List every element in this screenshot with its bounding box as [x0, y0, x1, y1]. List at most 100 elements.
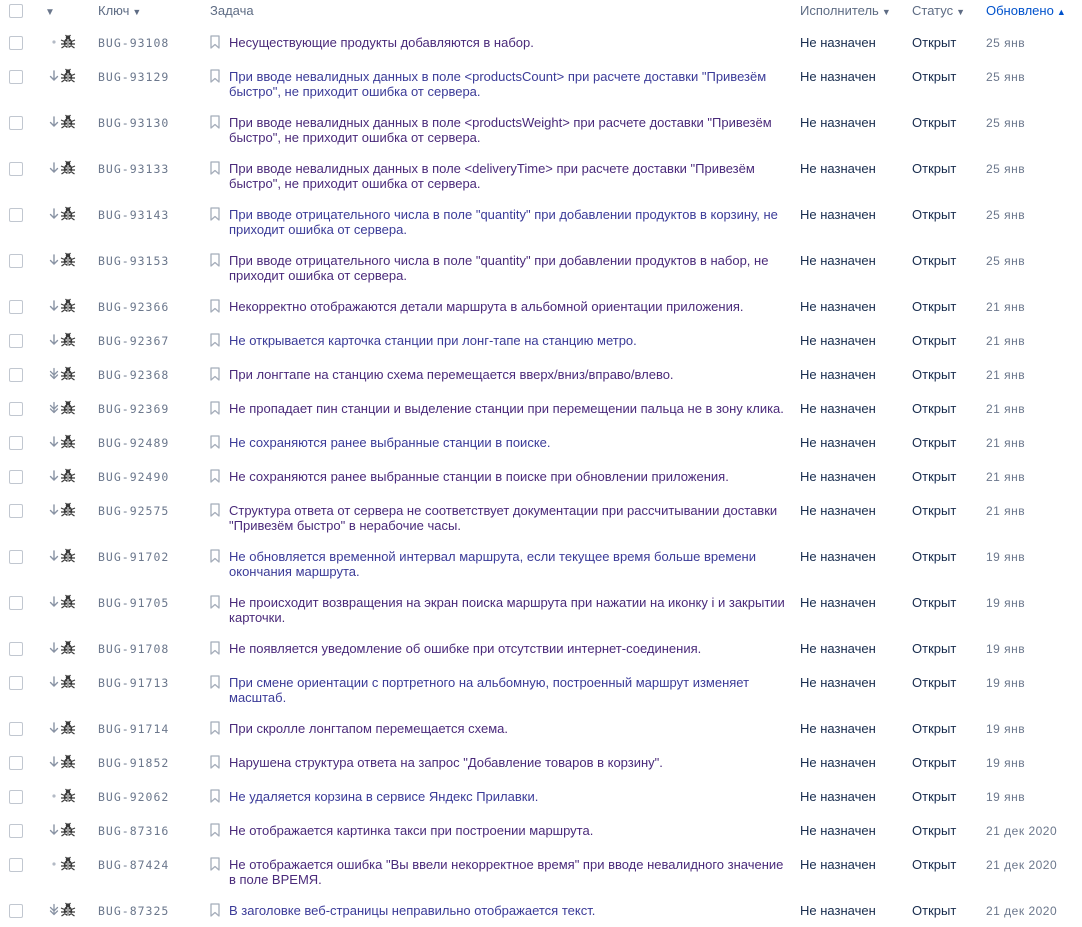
issue-summary-link[interactable]: Не отображается ошибка "Вы ввели некорре…: [229, 857, 790, 887]
row-checkbox[interactable]: [9, 334, 23, 348]
table-row[interactable]: BUG-93108 Несуществующие продукты добавля…: [0, 25, 1082, 59]
bookmark-icon[interactable]: [210, 161, 220, 175]
issue-summary-link[interactable]: При вводе отрицательного числа в поле "q…: [229, 207, 790, 237]
select-all-checkbox[interactable]: [9, 4, 23, 18]
table-row[interactable]: BUG-91714 При скролле лонгтапом перемещае…: [0, 711, 1082, 745]
issue-key[interactable]: BUG-92366: [98, 300, 169, 314]
bookmark-icon[interactable]: [210, 367, 220, 381]
bookmark-icon[interactable]: [210, 823, 220, 837]
key-header[interactable]: Ключ ▼: [98, 0, 210, 25]
bookmark-icon[interactable]: [210, 857, 220, 871]
bookmark-icon[interactable]: [210, 333, 220, 347]
issue-summary-link[interactable]: Не открывается карточка станции при лонг…: [229, 333, 637, 348]
bookmark-icon[interactable]: [210, 755, 220, 769]
bookmark-icon[interactable]: [210, 207, 220, 221]
row-checkbox[interactable]: [9, 70, 23, 84]
table-row[interactable]: BUG-93143 При вводе отрицательного числа …: [0, 197, 1082, 243]
row-checkbox[interactable]: [9, 824, 23, 838]
issue-key[interactable]: BUG-91705: [98, 596, 169, 610]
issue-summary-link[interactable]: Структура ответа от сервера не соответст…: [229, 503, 790, 533]
bookmark-icon[interactable]: [210, 115, 220, 129]
table-row[interactable]: BUG-92062 Не удаляется корзина в сервисе …: [0, 779, 1082, 813]
issue-summary-link[interactable]: Несуществующие продукты добавляются в на…: [229, 35, 534, 50]
row-checkbox[interactable]: [9, 436, 23, 450]
table-row[interactable]: BUG-93129 При вводе невалидных данных в п…: [0, 59, 1082, 105]
issue-summary-link[interactable]: Не отображается картинка такси при постр…: [229, 823, 593, 838]
issue-key[interactable]: BUG-91852: [98, 756, 169, 770]
issue-key[interactable]: BUG-87424: [98, 858, 169, 872]
table-row[interactable]: BUG-92366 Некорректно отображаются детали…: [0, 289, 1082, 323]
bookmark-icon[interactable]: [210, 35, 220, 49]
row-checkbox[interactable]: [9, 368, 23, 382]
table-row[interactable]: BUG-93130 При вводе невалидных данных в п…: [0, 105, 1082, 151]
table-row[interactable]: BUG-91708 Не появляется уведомление об ош…: [0, 631, 1082, 665]
issue-key[interactable]: BUG-92062: [98, 790, 169, 804]
bookmark-icon[interactable]: [210, 503, 220, 517]
row-checkbox[interactable]: [9, 722, 23, 736]
issue-key[interactable]: BUG-93129: [98, 70, 169, 84]
issue-key[interactable]: BUG-87325: [98, 904, 169, 918]
bookmark-icon[interactable]: [210, 299, 220, 313]
issue-summary-link[interactable]: При скролле лонгтапом перемещается схема…: [229, 721, 508, 736]
issue-summary-link[interactable]: При вводе невалидных данных в поле <deli…: [229, 161, 790, 191]
issue-summary-link[interactable]: Не появляется уведомление об ошибке при …: [229, 641, 701, 656]
issue-key[interactable]: BUG-91714: [98, 722, 169, 736]
row-checkbox[interactable]: [9, 858, 23, 872]
bookmark-icon[interactable]: [210, 595, 220, 609]
table-row[interactable]: BUG-92368 При лонгтапе на станцию схема п…: [0, 357, 1082, 391]
issue-summary-link[interactable]: Не сохраняются ранее выбранные станции в…: [229, 435, 551, 450]
table-row[interactable]: BUG-92489 Не сохраняются ранее выбранные …: [0, 425, 1082, 459]
issue-key[interactable]: BUG-93153: [98, 254, 169, 268]
issue-key[interactable]: BUG-92369: [98, 402, 169, 416]
row-checkbox[interactable]: [9, 504, 23, 518]
table-row[interactable]: BUG-91713 При смене ориентации с портретн…: [0, 665, 1082, 711]
bookmark-icon[interactable]: [210, 401, 220, 415]
table-row[interactable]: BUG-92367 Не открывается карточка станции…: [0, 323, 1082, 357]
row-checkbox[interactable]: [9, 116, 23, 130]
status-header[interactable]: Статус ▼: [912, 0, 986, 25]
issue-summary-link[interactable]: При вводе невалидных данных в поле <prod…: [229, 115, 790, 145]
assignee-header[interactable]: Исполнитель ▼: [800, 0, 912, 25]
row-checkbox[interactable]: [9, 790, 23, 804]
issue-summary-link[interactable]: Не пропадает пин станции и выделение ста…: [229, 401, 784, 416]
table-row[interactable]: BUG-91852 Нарушена структура ответа на за…: [0, 745, 1082, 779]
table-row[interactable]: BUG-92490 Не сохраняются ранее выбранные …: [0, 459, 1082, 493]
row-checkbox[interactable]: [9, 300, 23, 314]
bookmark-icon[interactable]: [210, 675, 220, 689]
row-checkbox[interactable]: [9, 642, 23, 656]
row-checkbox[interactable]: [9, 550, 23, 564]
issue-summary-link[interactable]: При вводе невалидных данных в поле <prod…: [229, 69, 790, 99]
issue-key[interactable]: BUG-92575: [98, 504, 169, 518]
issue-key[interactable]: BUG-93130: [98, 116, 169, 130]
bookmark-icon[interactable]: [210, 435, 220, 449]
issue-key[interactable]: BUG-92489: [98, 436, 169, 450]
issue-summary-link[interactable]: При вводе отрицательного числа в поле "q…: [229, 253, 790, 283]
table-row[interactable]: BUG-92575 Структура ответа от сервера не …: [0, 493, 1082, 539]
row-checkbox[interactable]: [9, 596, 23, 610]
table-row[interactable]: BUG-87424 Не отображается ошибка "Вы ввел…: [0, 847, 1082, 893]
issue-key[interactable]: BUG-87316: [98, 824, 169, 838]
summary-header[interactable]: Задача: [210, 0, 800, 25]
issue-key[interactable]: BUG-92490: [98, 470, 169, 484]
issue-summary-link[interactable]: Некорректно отображаются детали маршрута…: [229, 299, 743, 314]
row-checkbox[interactable]: [9, 36, 23, 50]
row-checkbox[interactable]: [9, 904, 23, 918]
row-checkbox[interactable]: [9, 162, 23, 176]
issue-key[interactable]: BUG-91708: [98, 642, 169, 656]
table-row[interactable]: BUG-87325 В заголовке веб-страницы неправ…: [0, 893, 1082, 927]
bookmark-icon[interactable]: [210, 789, 220, 803]
issue-key[interactable]: BUG-91702: [98, 550, 169, 564]
issue-summary-link[interactable]: Не сохраняются ранее выбранные станции в…: [229, 469, 729, 484]
issue-summary-link[interactable]: При лонгтапе на станцию схема перемещает…: [229, 367, 674, 382]
issue-key[interactable]: BUG-93133: [98, 162, 169, 176]
row-checkbox[interactable]: [9, 208, 23, 222]
bookmark-icon[interactable]: [210, 253, 220, 267]
issue-key[interactable]: BUG-91713: [98, 676, 169, 690]
priority-header[interactable]: ▼: [34, 0, 60, 25]
issue-key[interactable]: BUG-92368: [98, 368, 169, 382]
row-checkbox[interactable]: [9, 756, 23, 770]
table-row[interactable]: BUG-87316 Не отображается картинка такси …: [0, 813, 1082, 847]
issue-key[interactable]: BUG-92367: [98, 334, 169, 348]
table-row[interactable]: BUG-91702 Не обновляется временной интерв…: [0, 539, 1082, 585]
issue-summary-link[interactable]: В заголовке веб-страницы неправильно ото…: [229, 903, 595, 918]
